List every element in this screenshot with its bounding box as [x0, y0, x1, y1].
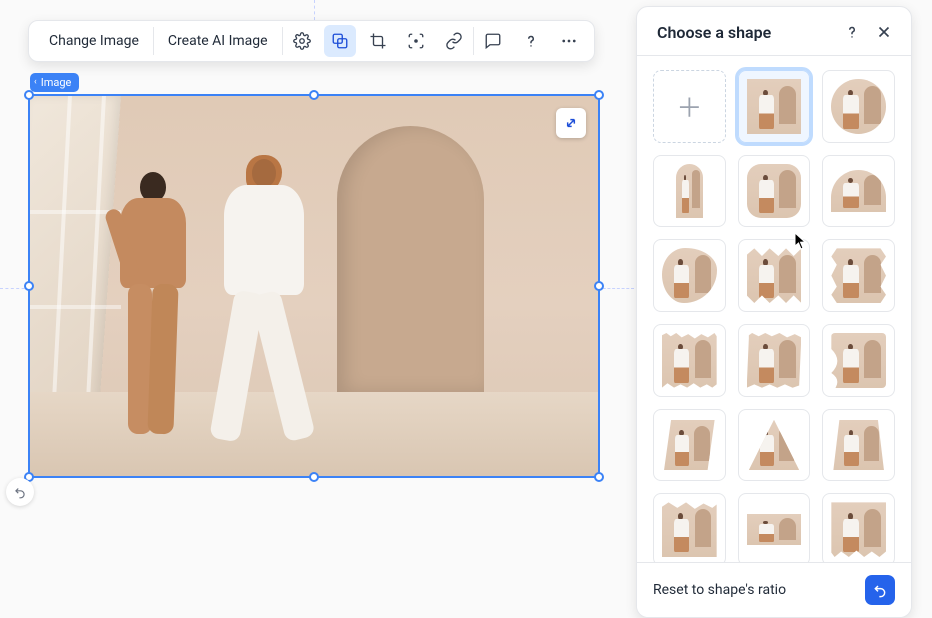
comment-icon[interactable]: [477, 25, 509, 57]
panel-footer: Reset to shape's ratio: [637, 562, 911, 617]
element-type-badge[interactable]: ‹ Image: [30, 73, 79, 92]
resize-handle[interactable]: [309, 472, 319, 482]
shape-tile-circle[interactable]: [822, 70, 895, 143]
resize-handle[interactable]: [594, 281, 604, 291]
undo-button[interactable]: [6, 478, 34, 506]
resize-handle[interactable]: [24, 281, 34, 291]
resize-handle[interactable]: [309, 90, 319, 100]
shape-tile-rough-bottom[interactable]: [822, 493, 895, 562]
shape-panel: Choose a shape ＋: [636, 6, 912, 618]
shape-tile-scallop[interactable]: [822, 239, 895, 312]
panel-body: ＋: [637, 56, 911, 562]
reset-ratio-button[interactable]: Reset to shape's ratio: [653, 582, 786, 598]
shape-tile-triangle[interactable]: [738, 409, 811, 482]
shape-tile-arch[interactable]: [653, 155, 726, 228]
shape-tile-add[interactable]: ＋: [653, 70, 726, 143]
link-icon[interactable]: [438, 25, 470, 57]
shape-tile-rough-top[interactable]: [653, 493, 726, 562]
image-content: [30, 96, 598, 476]
resize-handle[interactable]: [594, 90, 604, 100]
panel-header: Choose a shape: [637, 7, 911, 56]
selected-image[interactable]: [30, 96, 598, 476]
help-icon[interactable]: [515, 25, 547, 57]
shape-tile-archwide[interactable]: [822, 155, 895, 228]
more-icon[interactable]: [553, 25, 585, 57]
shape-tile-rounded[interactable]: [738, 155, 811, 228]
vertical-guide: [314, 0, 315, 20]
shape-tile-blob[interactable]: [653, 239, 726, 312]
image-toolbar: Change Image Create AI Image: [28, 20, 595, 62]
chevron-left-icon: ‹: [34, 78, 37, 87]
shape-tile-trapezoid[interactable]: [822, 409, 895, 482]
panel-help-icon[interactable]: [841, 21, 863, 43]
shape-grid: ＋: [653, 70, 895, 562]
badge-label: Image: [41, 76, 72, 89]
shape-tile-brush[interactable]: [738, 324, 811, 397]
shape-tile-torn[interactable]: [653, 324, 726, 397]
reset-icon[interactable]: [865, 575, 895, 605]
shape-mask-icon[interactable]: [324, 25, 356, 57]
create-ai-image-button[interactable]: Create AI Image: [154, 21, 282, 61]
toolbar-separator: [473, 27, 474, 55]
plus-icon: ＋: [676, 88, 702, 125]
crop-icon[interactable]: [362, 25, 394, 57]
shape-tile-wave[interactable]: [822, 324, 895, 397]
shape-tile-zigzag[interactable]: [738, 239, 811, 312]
close-icon[interactable]: [873, 21, 895, 43]
resize-handle[interactable]: [594, 472, 604, 482]
settings-icon[interactable]: [286, 25, 318, 57]
focus-icon[interactable]: [400, 25, 432, 57]
change-image-button[interactable]: Change Image: [35, 21, 153, 61]
shape-tile-parallelogram[interactable]: [653, 409, 726, 482]
toolbar-separator: [282, 27, 283, 55]
panel-title: Choose a shape: [657, 23, 771, 42]
shape-tile-square[interactable]: [738, 70, 811, 143]
shape-tile-rectangle[interactable]: [738, 493, 811, 562]
expand-icon[interactable]: [556, 108, 586, 138]
